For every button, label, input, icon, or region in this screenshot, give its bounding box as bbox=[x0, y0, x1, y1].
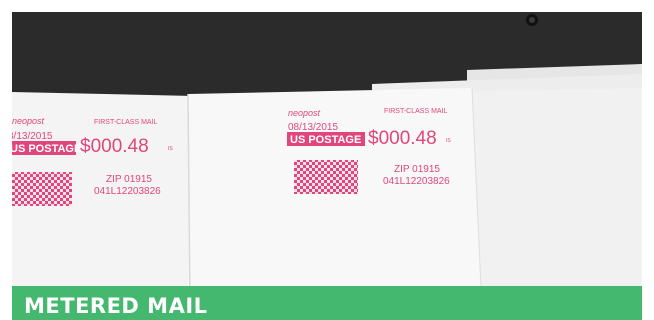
amount-suffix-text: IS bbox=[446, 138, 451, 144]
desk-surface: neopost FIRST-CLASS MAIL 8/13/2015 US PO… bbox=[12, 12, 642, 310]
postage-label-text: US POSTAGE bbox=[12, 143, 81, 155]
datamatrix-barcode bbox=[12, 172, 72, 206]
date-text: 08/13/2015 bbox=[288, 122, 338, 133]
zip-text: ZIP 01915 bbox=[394, 164, 440, 175]
datamatrix-barcode bbox=[294, 160, 358, 194]
postage-label-text: US POSTAGE bbox=[290, 134, 361, 146]
serial-text: 041L12203826 bbox=[94, 186, 161, 197]
service-text: FIRST-CLASS MAIL bbox=[94, 119, 158, 126]
amount-text: $000.48 bbox=[368, 128, 437, 149]
amount-text: $000.48 bbox=[80, 136, 149, 157]
serial-text: 041L12203826 bbox=[383, 176, 450, 187]
brand-text: neopost bbox=[12, 116, 45, 126]
photo-frame: neopost FIRST-CLASS MAIL 8/13/2015 US PO… bbox=[0, 0, 654, 320]
brand-text: neopost bbox=[288, 108, 321, 118]
amount-suffix-text: IS bbox=[168, 146, 173, 152]
zip-text: ZIP 01915 bbox=[106, 174, 152, 185]
caption-title: METERED MAIL bbox=[24, 294, 208, 318]
envelopes-photo: neopost FIRST-CLASS MAIL 8/13/2015 US PO… bbox=[12, 12, 642, 310]
service-text: FIRST-CLASS MAIL bbox=[384, 108, 448, 115]
date-text: 8/13/2015 bbox=[12, 131, 53, 142]
